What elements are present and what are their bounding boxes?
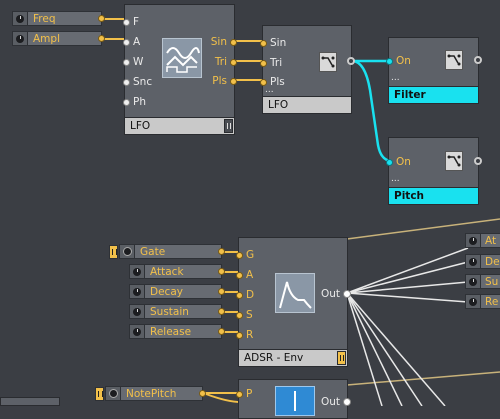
- knob-icon[interactable]: [466, 275, 481, 288]
- right-chip-at[interactable]: At: [465, 233, 500, 248]
- notepitch-handle-icon[interactable]: [95, 386, 104, 401]
- module-menu-tab[interactable]: [224, 119, 233, 133]
- filter-more: ...: [391, 73, 400, 83]
- lfo-input-f[interactable]: F: [123, 16, 139, 28]
- filter-title: Filter: [389, 86, 478, 103]
- right-chip-label: At: [485, 234, 497, 247]
- knob-icon[interactable]: [13, 12, 28, 25]
- knob-icon[interactable]: [466, 295, 481, 308]
- selector-title: LFO: [263, 96, 351, 113]
- right-chip-label: Re: [485, 295, 499, 308]
- gate-param[interactable]: Gate: [109, 244, 225, 259]
- lfo-module[interactable]: F A W Snc Ph Sin Tri Pls LFO: [123, 4, 237, 135]
- selector-input-sin[interactable]: Sin: [260, 37, 286, 49]
- gate-label: Gate: [140, 245, 166, 258]
- envelope-icon: [275, 273, 315, 313]
- adsr-title: ADSR - Env: [239, 349, 347, 366]
- wire-tan-bottom: [346, 371, 500, 386]
- record-icon[interactable]: [106, 387, 121, 400]
- adsr-output[interactable]: Out: [321, 288, 351, 300]
- adsr-input-d[interactable]: D: [236, 289, 254, 301]
- attack-param[interactable]: Attack: [129, 264, 225, 279]
- knob-icon[interactable]: [130, 325, 145, 338]
- attack-label: Attack: [150, 265, 184, 278]
- lfo-title: LFO: [125, 117, 234, 134]
- knob-icon[interactable]: [130, 265, 145, 278]
- sustain-label: Sustain: [150, 305, 189, 318]
- wire-pitch: [351, 59, 393, 163]
- right-chip-su[interactable]: Su: [465, 274, 500, 289]
- lfo-input-snc[interactable]: Snc: [123, 76, 152, 88]
- right-chip-re[interactable]: Re: [465, 294, 500, 309]
- output-port[interactable]: [218, 248, 225, 255]
- knob-icon[interactable]: [13, 32, 28, 45]
- lfo-output-tri[interactable]: Tri: [215, 56, 237, 68]
- lfo-input-ph[interactable]: Ph: [123, 96, 146, 108]
- notepitch-param[interactable]: NotePitch: [95, 386, 206, 401]
- pitch-module[interactable]: On ... Pitch: [386, 137, 482, 205]
- switch-icon[interactable]: [445, 151, 463, 171]
- module-menu-tab[interactable]: [337, 351, 346, 365]
- knob-icon[interactable]: [130, 285, 145, 298]
- pitch-input-on[interactable]: On: [386, 156, 411, 168]
- selector-input-tri[interactable]: Tri: [260, 57, 282, 69]
- decay-param[interactable]: Decay: [129, 284, 225, 299]
- wire-fan: [346, 247, 469, 406]
- lfo-output-pls[interactable]: Pls: [212, 75, 237, 87]
- pitch-output[interactable]: [474, 157, 482, 165]
- pitch-title: Pitch: [389, 187, 478, 204]
- gate-handle-icon[interactable]: [109, 244, 118, 259]
- output-port[interactable]: [218, 268, 225, 275]
- right-chip-label: Su: [485, 275, 499, 288]
- knob-icon[interactable]: [466, 255, 481, 268]
- partial-module[interactable]: [0, 397, 60, 406]
- adsr-module[interactable]: G A D S R Out ADSR - Env: [236, 237, 351, 367]
- ampl-param[interactable]: Ampl: [12, 31, 105, 46]
- record-icon[interactable]: [120, 245, 135, 258]
- notepitch-output[interactable]: Out: [321, 396, 351, 408]
- sustain-param[interactable]: Sustain: [129, 304, 225, 319]
- filter-input-on[interactable]: On: [386, 55, 411, 67]
- output-port[interactable]: [98, 35, 105, 42]
- release-param[interactable]: Release: [129, 324, 225, 339]
- adsr-input-g[interactable]: G: [236, 249, 254, 261]
- output-port[interactable]: [218, 328, 225, 335]
- knob-icon[interactable]: [130, 305, 145, 318]
- pitch-more: ...: [391, 174, 400, 184]
- adsr-input-s[interactable]: S: [236, 309, 253, 321]
- lfo-input-a[interactable]: A: [123, 36, 140, 48]
- freq-label: Freq: [33, 12, 56, 25]
- adsr-input-a[interactable]: A: [236, 269, 253, 281]
- selector-module[interactable]: Sin Tri Pls ... LFO: [260, 25, 355, 114]
- lfo-output-sin[interactable]: Sin: [211, 36, 237, 48]
- switch-icon[interactable]: [319, 52, 337, 72]
- right-chip-label: De: [485, 255, 500, 268]
- adsr-input-r[interactable]: R: [236, 329, 253, 341]
- ampl-label: Ampl: [33, 32, 60, 45]
- output-port[interactable]: [199, 390, 206, 397]
- filter-output[interactable]: [474, 56, 482, 64]
- filter-module[interactable]: On ... Filter: [386, 37, 482, 104]
- freq-param[interactable]: Freq: [12, 11, 105, 26]
- selector-output[interactable]: [347, 57, 355, 65]
- pitch-icon: [275, 386, 315, 416]
- notepitch-input-p[interactable]: P: [236, 388, 252, 400]
- decay-label: Decay: [150, 285, 183, 298]
- lfo-input-w[interactable]: W: [123, 56, 143, 68]
- switch-icon[interactable]: [445, 50, 463, 70]
- notepitch-label: NotePitch: [126, 387, 177, 400]
- release-label: Release: [150, 325, 192, 338]
- knob-icon[interactable]: [466, 234, 481, 247]
- output-port[interactable]: [98, 15, 105, 22]
- right-chip-de[interactable]: De: [465, 254, 500, 269]
- selector-more: ...: [265, 85, 274, 95]
- output-port[interactable]: [218, 288, 225, 295]
- notepitch-module[interactable]: P Out: [236, 379, 351, 419]
- waveform-icon: [162, 38, 202, 78]
- output-port[interactable]: [218, 308, 225, 315]
